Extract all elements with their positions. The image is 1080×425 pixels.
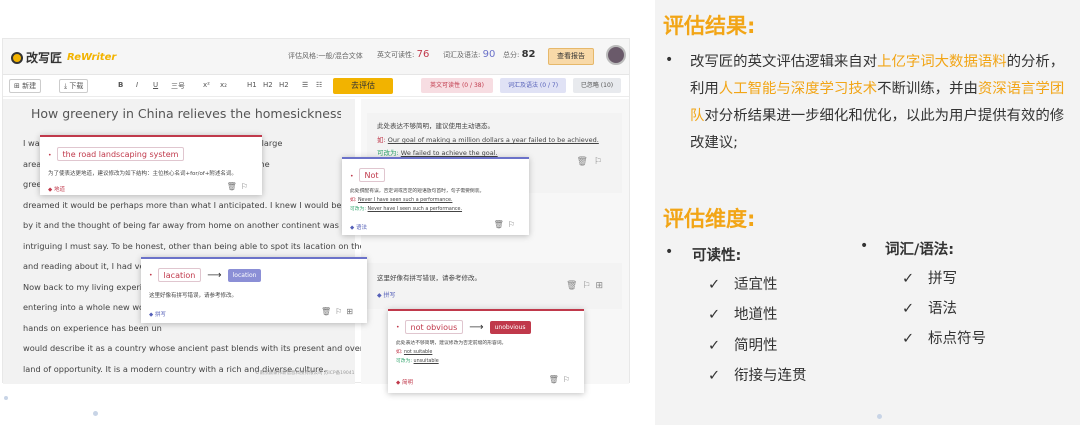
popup-actions[interactable]: 🗑⚐	[227, 182, 252, 191]
h2-button[interactable]: H2	[263, 81, 273, 89]
ordered-list-icon[interactable]: ☷	[316, 81, 322, 89]
category-label: ◆ 语法	[350, 225, 367, 231]
evaluate-button[interactable]: 去评估	[333, 78, 393, 94]
subscript-button[interactable]: x₂	[220, 81, 227, 89]
issue-chip: Not	[358, 168, 385, 182]
issue-chip: not obvious	[404, 320, 464, 334]
category-label: ◆ 拼写	[149, 312, 166, 318]
doc-line: intriguing I must say. To be honest, oth…	[23, 240, 386, 251]
vocab-item: ✓ 标点符号	[902, 331, 986, 347]
decor-dot	[877, 414, 882, 419]
arrow-icon: ⟶	[469, 321, 484, 333]
readability-item: ✓ 适宜性	[708, 277, 778, 293]
vocab-item: ✓ 语法	[902, 301, 957, 317]
tab-ignored[interactable]: 已忽略 (10)	[573, 78, 621, 93]
h3-button[interactable]: H2	[279, 81, 289, 89]
popup-spelling[interactable]: • lacation ⟶ location 这里好像有拼写错误，请参考修改。 ◆ 拼写…	[141, 257, 367, 323]
logo: 改写匠 ReWriter	[11, 49, 116, 66]
result-heading: 评估结果:	[663, 14, 756, 38]
doc-line: dreamed it would be perhaps more than wh…	[23, 199, 387, 210]
readability-item: ✓ 地道性	[708, 307, 778, 323]
tab-vocab[interactable]: 词汇及语法 (0 / 7)	[500, 78, 566, 93]
dimension-heading: 评估维度:	[663, 207, 756, 231]
popup-idiomatic[interactable]: • the road landscaping system 为了使表达更地道，建议…	[40, 135, 262, 195]
popup-actions[interactable]: 🗑⚐	[549, 375, 574, 384]
card-actions[interactable]: 🗑⚐⊞	[566, 281, 608, 292]
arrow-icon: ⟶	[207, 269, 222, 281]
category-label: ◆ 地道	[48, 187, 65, 193]
bullet: •	[665, 52, 674, 68]
superscript-button[interactable]: x²	[203, 81, 210, 89]
font-size-select[interactable]: 三号	[171, 81, 185, 91]
result-paragraph: 改写匠的英文评估逻辑来自对上亿字词大数据语料的分析，利用人工智能与深度学习技术不…	[690, 54, 1065, 151]
category-label: ◆ 简明	[396, 380, 413, 386]
total-score: 总分: 82	[503, 49, 536, 60]
decor-dot	[93, 411, 98, 416]
issue-chip: the road landscaping system	[56, 147, 185, 161]
bold-button[interactable]: B	[118, 81, 123, 89]
document-title[interactable]: How greenery in China relieves the homes…	[31, 106, 341, 121]
brand-sub: ReWriter	[67, 52, 117, 63]
readability-item: ✓ 衔接与连贯	[708, 368, 807, 384]
editor-toolbar: ⊞ 新建 ⤓ 下载 B I U 三号 x² x₂ H1 H2 H2 ☰ ☷ 去评…	[3, 75, 629, 97]
top-bar: 改写匠 ReWriter 评估风格:一般/混合文体 英文可读性: 76 词汇及语…	[3, 39, 629, 75]
download-button[interactable]: ⤓ 下载	[59, 79, 89, 93]
tab-readability[interactable]: 英文可读性 (0 / 38)	[421, 78, 493, 93]
h1-button[interactable]: H1	[247, 81, 257, 89]
screenshot-area: 改写匠 ReWriter 评估风格:一般/混合文体 英文可读性: 76 词汇及语…	[0, 0, 655, 425]
doc-line: by it and the thought of being far away …	[23, 220, 363, 230]
popup-actions[interactable]: 🗑⚐⊞	[321, 307, 357, 316]
list-icon[interactable]: ☰	[302, 81, 308, 89]
popup-concise[interactable]: • not obvious ⟶ unobvious 此处表达不够简明，建议修改为否定前…	[388, 309, 584, 393]
suggestion-chip[interactable]: unobvious	[489, 320, 531, 334]
logo-icon	[11, 51, 23, 64]
footer-copyright: ©南京颜录伟新信息科技有限公司 苏ICP备19041	[255, 371, 355, 376]
style-info: 评估风格:一般/混合文体	[288, 52, 363, 60]
decor-dot	[4, 396, 8, 400]
underline-button[interactable]: U	[153, 81, 158, 89]
issue-chip: lacation	[157, 268, 202, 282]
readability-item: ✓ 简明性	[708, 338, 778, 354]
suggestion-chip[interactable]: location	[227, 268, 262, 282]
popup-grammar[interactable]: • Not 此处撰配有误，否定词或否定的短语放句首时，句子需要倒装。 如: Nev…	[342, 157, 529, 235]
new-button[interactable]: ⊞ 新建	[9, 79, 42, 93]
vocab-score: 词汇及语法: 90	[443, 49, 496, 60]
card-actions[interactable]: 🗑⚐	[577, 157, 609, 168]
bullet: •	[665, 244, 674, 260]
popup-actions[interactable]: 🗑⚐	[494, 220, 519, 229]
brand-name: 改写匠	[26, 51, 63, 65]
suggestion-card[interactable]: 这里好像有拼写错误，请参考修改。 ◆ 拼写 🗑⚐⊞	[367, 263, 622, 309]
doc-line: would describe it as a country whose anc…	[23, 343, 381, 353]
avatar[interactable]	[606, 45, 626, 65]
vocab-item: ✓ 拼写	[902, 271, 957, 287]
view-report-button[interactable]: 查看报告	[548, 48, 594, 65]
bullet: •	[860, 238, 869, 254]
readability-score: 英文可读性: 76	[377, 49, 430, 60]
vocab-heading: 词汇/语法:	[885, 242, 955, 258]
readability-heading: 可读性:	[692, 248, 742, 264]
italic-button[interactable]: I	[136, 81, 138, 89]
